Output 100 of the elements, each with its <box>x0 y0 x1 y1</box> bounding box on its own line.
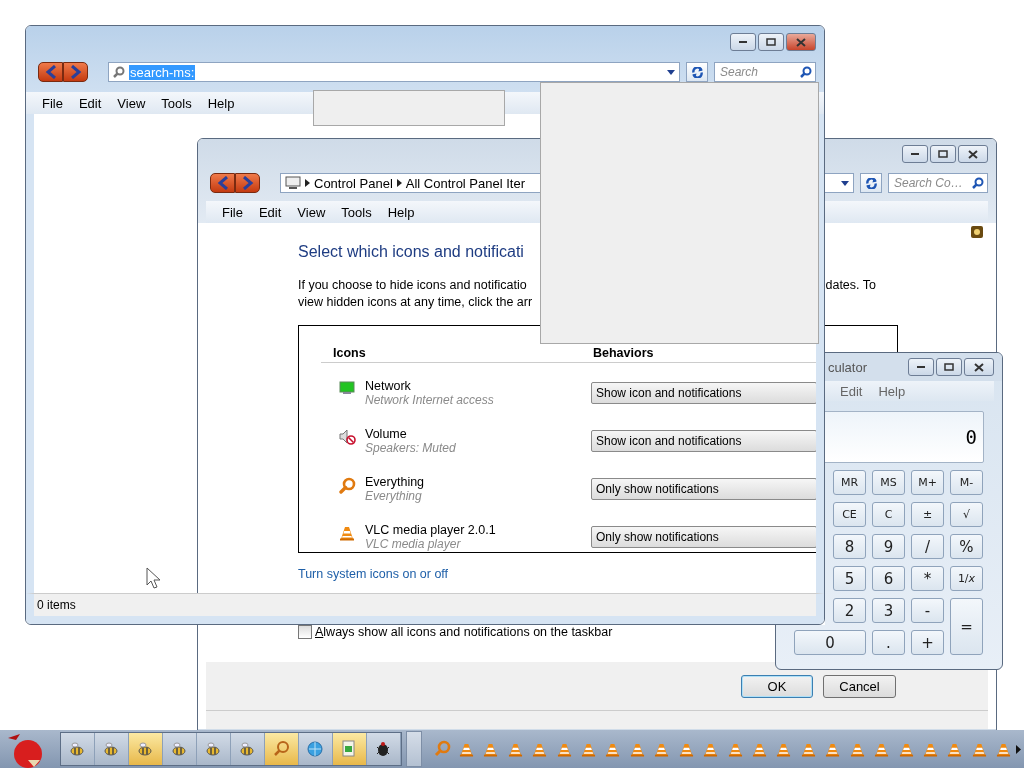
taskbar-button[interactable] <box>128 733 163 765</box>
calculator-key[interactable]: 1/x <box>950 566 983 591</box>
close-button[interactable] <box>964 358 994 376</box>
calculator-key[interactable]: 6 <box>872 566 905 591</box>
close-button[interactable] <box>958 145 988 163</box>
maximize-button[interactable] <box>758 33 784 51</box>
calculator-key[interactable]: + <box>911 630 944 655</box>
calculator-key[interactable]: 3 <box>872 598 905 623</box>
maximize-icon <box>944 363 954 371</box>
display-value: 0 <box>965 426 977 448</box>
intro-text: dates. To <box>825 277 876 294</box>
item-detail: VLC media player <box>365 537 462 551</box>
minimize-button[interactable] <box>908 358 934 376</box>
behavior-dropdown[interactable]: Only show notifications <box>591 526 817 548</box>
ok-button[interactable]: OK <box>741 674 813 698</box>
maximize-button[interactable] <box>936 358 962 376</box>
cone-icon <box>898 741 914 757</box>
menu-item[interactable]: File <box>34 95 71 111</box>
menu-item[interactable]: View <box>289 204 334 220</box>
forward-button[interactable] <box>63 62 88 82</box>
help-icon <box>970 225 984 239</box>
checkbox-label: Always show all icons and notifications on the taskbar <box>315 625 613 639</box>
search-field[interactable]: Search Co… <box>888 173 988 193</box>
calculator-key[interactable]: = <box>950 598 983 655</box>
taskbar-button[interactable] <box>366 733 401 765</box>
forward-button[interactable] <box>235 173 260 193</box>
behavior-dropdown[interactable]: Show icon and notifications <box>591 382 817 404</box>
menu-item[interactable]: Tools <box>153 95 200 111</box>
calculator-key[interactable]: 0 <box>794 630 866 655</box>
search-icon <box>800 66 812 78</box>
caret-icon <box>841 180 849 186</box>
refresh-button[interactable] <box>860 173 882 193</box>
maximize-button[interactable] <box>930 145 956 163</box>
calculator-key[interactable]: 5 <box>833 566 866 591</box>
checkbox[interactable] <box>298 625 312 639</box>
minimize-button[interactable] <box>730 33 756 51</box>
cone-icon <box>922 741 938 757</box>
refresh-button[interactable] <box>686 62 708 82</box>
menu-item[interactable]: Edit <box>70 95 110 111</box>
menu-item[interactable]: Edit <box>832 383 871 399</box>
item-name: Volume <box>365 427 408 441</box>
calculator-key[interactable]: MS <box>872 470 905 495</box>
behavior-dropdown[interactable]: Show icon and notifications <box>591 430 817 452</box>
behavior-dropdown[interactable]: Only show notifications <box>591 478 817 500</box>
cone-icon <box>654 741 670 757</box>
refresh-icon <box>691 66 703 78</box>
back-button[interactable] <box>38 62 63 82</box>
menu-item[interactable]: Edit <box>250 204 290 220</box>
menu-item[interactable]: Tools <box>333 204 380 220</box>
monitor-icon <box>339 381 355 395</box>
menu-item[interactable]: File <box>214 204 251 220</box>
item-name: Network <box>365 379 412 393</box>
column-header: Icons <box>333 346 367 360</box>
magnifier-icon <box>433 740 451 758</box>
calculator-key[interactable]: ± <box>911 502 944 527</box>
item-detail: Speakers: Muted <box>365 441 457 455</box>
back-button[interactable] <box>210 173 235 193</box>
cone-icon <box>605 741 621 757</box>
link[interactable]: Turn system icons on or off <box>298 567 449 581</box>
chevron-right-icon <box>305 179 310 187</box>
muted-speaker-icon <box>339 429 356 445</box>
chevron-right-icon <box>396 179 402 187</box>
menu-item[interactable]: Help <box>199 95 243 111</box>
calculator-key[interactable]: M- <box>950 470 983 495</box>
calculator-key[interactable]: √ <box>950 502 983 527</box>
cone-icon <box>947 741 963 757</box>
menu-item[interactable]: View <box>109 95 154 111</box>
maximize-icon <box>766 38 776 46</box>
breadcrumb-item[interactable]: All Control Panel Iter <box>405 175 525 191</box>
calculator-key[interactable]: . <box>872 630 905 655</box>
calculator-key[interactable]: MR <box>833 470 866 495</box>
item-detail: Everything <box>365 489 423 503</box>
calculator-key[interactable]: / <box>911 534 944 559</box>
intro-text: If you choose to hide icons and notificatio view hidden icons at any time, click the arr <box>298 277 533 311</box>
calculator-key[interactable]: 9 <box>872 534 905 559</box>
item-name: VLC media player 2.0.1 <box>365 523 497 537</box>
calculator-key[interactable]: C <box>872 502 905 527</box>
cone-icon <box>996 741 1012 757</box>
document-icon <box>341 740 358 758</box>
cone-icon <box>339 525 355 541</box>
menu-item[interactable]: Help <box>870 383 914 399</box>
minimize-button[interactable] <box>902 145 928 163</box>
breadcrumb-item[interactable]: Control Panel <box>314 175 393 191</box>
cancel-button[interactable]: Cancel <box>823 674 896 698</box>
calculator-key[interactable]: M+ <box>911 470 944 495</box>
calculator-key[interactable]: * <box>911 566 944 591</box>
calculator-key[interactable]: % <box>950 534 983 559</box>
close-button[interactable] <box>786 33 816 51</box>
close-icon <box>796 37 806 47</box>
calculator-key[interactable]: CE <box>833 502 866 527</box>
scroll-buttons <box>405 731 422 767</box>
search-field[interactable]: Search <box>714 62 816 82</box>
caret-icon <box>667 69 675 75</box>
search-icon <box>113 66 125 78</box>
calculator-key[interactable]: 2 <box>833 598 866 623</box>
calculator-key[interactable]: - <box>911 598 944 623</box>
refresh-icon <box>865 177 877 189</box>
window-title: culator <box>827 359 868 375</box>
calculator-key[interactable]: 8 <box>833 534 866 559</box>
menu-item[interactable]: Help <box>379 204 423 220</box>
